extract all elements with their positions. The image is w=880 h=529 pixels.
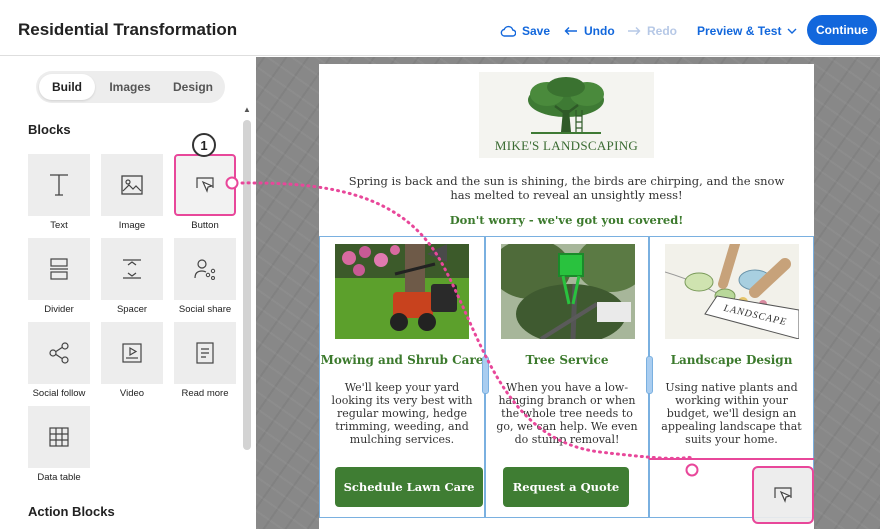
block-label-social-share: Social share (178, 304, 232, 315)
column-title: Mowing and Shrub Care (320, 353, 484, 367)
block-label-social-follow: Social follow (32, 388, 86, 399)
email-canvas: MIKE'S LANDSCAPING Spring is back and th… (256, 57, 880, 529)
block-social-follow[interactable] (28, 322, 90, 384)
undo-button[interactable]: Undo (564, 24, 615, 38)
video-icon (122, 343, 142, 363)
text-icon (50, 174, 68, 196)
block-button[interactable] (174, 154, 236, 216)
block-label-data-table: Data table (37, 472, 81, 483)
save-button[interactable]: Save (500, 24, 550, 38)
share-nodes-icon (49, 342, 69, 364)
logo-image[interactable]: MIKE'S LANDSCAPING (479, 72, 654, 158)
block-divider[interactable] (28, 238, 90, 300)
tab-images[interactable]: Images (102, 74, 158, 100)
blocks-panel: Build Images Design Blocks Text Image Bu… (0, 57, 255, 529)
top-toolbar: Residential Transformation Save Undo Red… (0, 0, 880, 56)
tree-service-image[interactable] (501, 244, 635, 339)
campaign-title: Residential Transformation (18, 20, 238, 39)
panel-scrollbar-thumb[interactable] (243, 120, 251, 450)
image-icon (121, 175, 143, 195)
lawn-mower-photo (335, 244, 469, 339)
content-column-tree-service[interactable]: Tree Service When you have a low-hanging… (485, 236, 649, 518)
step-callout-badge: 1 (192, 133, 216, 157)
save-label: Save (522, 24, 551, 38)
block-label-text: Text (50, 220, 68, 231)
block-label-button: Button (191, 220, 219, 231)
cloud-icon (500, 25, 516, 37)
logo-text: MIKE'S LANDSCAPING (494, 138, 639, 153)
block-text[interactable] (28, 154, 90, 216)
column-text: We'll keep your yard looking its very be… (331, 381, 473, 446)
block-data-table[interactable] (28, 406, 90, 468)
tab-design[interactable]: Design (164, 74, 222, 100)
drop-indicator-line (649, 458, 814, 460)
preview-label: Preview & Test (697, 24, 782, 38)
panel-tab-bar: Build Images Design (36, 71, 225, 103)
content-column-mowing[interactable]: Mowing and Shrub Care We'll keep your ya… (319, 236, 485, 518)
column-title: Tree Service (525, 353, 609, 367)
spacer-icon (123, 259, 141, 279)
tree-logo-icon (528, 77, 604, 134)
schedule-lawn-care-button[interactable]: Schedule Lawn Care (335, 467, 483, 507)
block-label-read-more: Read more (181, 388, 229, 399)
undo-arrow-icon (564, 27, 577, 35)
scroll-up-arrow-icon[interactable]: ▲ (243, 105, 251, 114)
block-video[interactable] (101, 322, 163, 384)
column-resize-handle[interactable] (482, 356, 489, 394)
divider-icon (50, 258, 68, 280)
tagline-text[interactable]: Don't worry - we've got you covered! (339, 213, 794, 227)
email-body: MIKE'S LANDSCAPING Spring is back and th… (319, 64, 814, 529)
preview-test-dropdown[interactable]: Preview & Test (697, 24, 797, 38)
intro-text[interactable]: Spring is back and the sun is shining, t… (339, 174, 794, 202)
table-icon (49, 427, 69, 447)
document-icon (196, 342, 214, 364)
continue-button[interactable]: Continue (807, 15, 877, 45)
block-social-share[interactable] (174, 238, 236, 300)
button-cursor-icon (774, 487, 792, 503)
button-cursor-icon (196, 177, 214, 193)
block-image[interactable] (101, 154, 163, 216)
tree-service-photo (501, 244, 635, 339)
request-quote-button[interactable]: Request a Quote (503, 467, 629, 507)
tab-build[interactable]: Build (39, 74, 95, 100)
lawn-mower-image[interactable] (335, 244, 469, 339)
blocks-heading: Blocks (28, 122, 71, 137)
column-text: When you have a low-hanging branch or wh… (496, 381, 638, 446)
block-label-spacer: Spacer (116, 304, 148, 315)
undo-label: Undo (584, 24, 615, 38)
block-spacer[interactable] (101, 238, 163, 300)
column-resize-handle[interactable] (646, 356, 653, 394)
column-title: Landscape Design (670, 353, 793, 367)
redo-arrow-icon (628, 27, 641, 35)
block-label-divider: Divider (44, 304, 74, 315)
redo-label: Redo (647, 24, 677, 38)
dragged-button-block[interactable] (752, 466, 814, 524)
social-share-icon (194, 259, 216, 280)
column-text: Using native plants and working within y… (661, 381, 802, 446)
chevron-down-icon (787, 28, 797, 34)
block-label-image: Image (118, 220, 146, 231)
block-read-more[interactable] (174, 322, 236, 384)
redo-button[interactable]: Redo (627, 24, 677, 38)
block-label-video: Video (119, 388, 145, 399)
landscape-design-image[interactable]: LANDSCAPE (665, 244, 799, 339)
action-blocks-heading: Action Blocks (28, 504, 115, 519)
